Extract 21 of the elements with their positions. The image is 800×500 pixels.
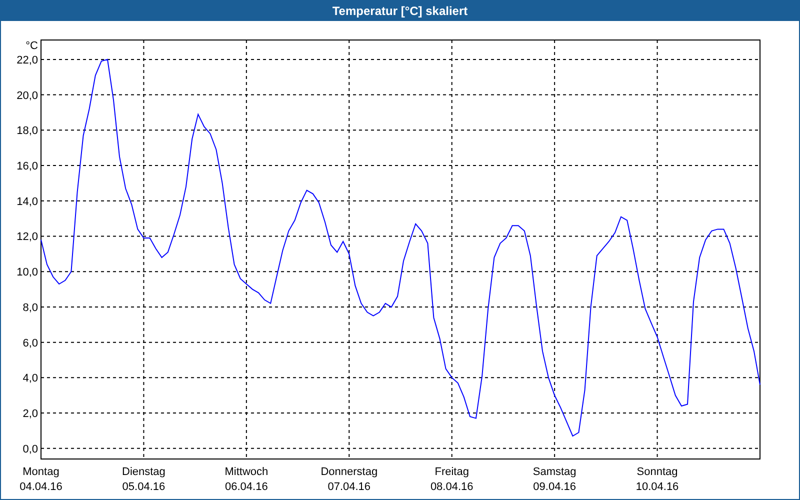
y-axis-label: 20,0: [16, 90, 38, 102]
y-axis-label: 0,0: [22, 443, 38, 456]
x-axis-label: Freitag 08.04.16: [430, 466, 474, 493]
y-axis-label: 14,0: [16, 196, 38, 208]
y-axis-label: 4,0: [22, 372, 38, 385]
x-axis-label: Dienstag 05.04.16: [122, 466, 166, 493]
window-title: Temperatur [°C] skaliert: [332, 3, 468, 20]
y-axis-label: 2,0: [22, 408, 38, 420]
y-axis-label: 12,0: [16, 231, 38, 244]
y-axis-unit: °C: [26, 40, 38, 52]
y-axis-label: 22,0: [16, 54, 38, 66]
x-axis-label: Donnerstag 07.04.16: [320, 466, 378, 493]
x-axis-label: Sonntag 10.04.16: [636, 466, 679, 493]
y-axis-label: 6,0: [22, 337, 38, 350]
y-axis-label: 10,0: [16, 266, 38, 279]
y-axis-label: 16,0: [16, 160, 38, 173]
x-axis-label: Mittwoch 06.04.16: [224, 466, 268, 493]
y-axis-label: 8,0: [22, 302, 38, 314]
x-axis-label: Samstag 09.04.16: [532, 466, 576, 493]
y-axis-label: 18,0: [16, 125, 38, 138]
x-axis-label: Montag 04.04.16: [20, 466, 62, 493]
